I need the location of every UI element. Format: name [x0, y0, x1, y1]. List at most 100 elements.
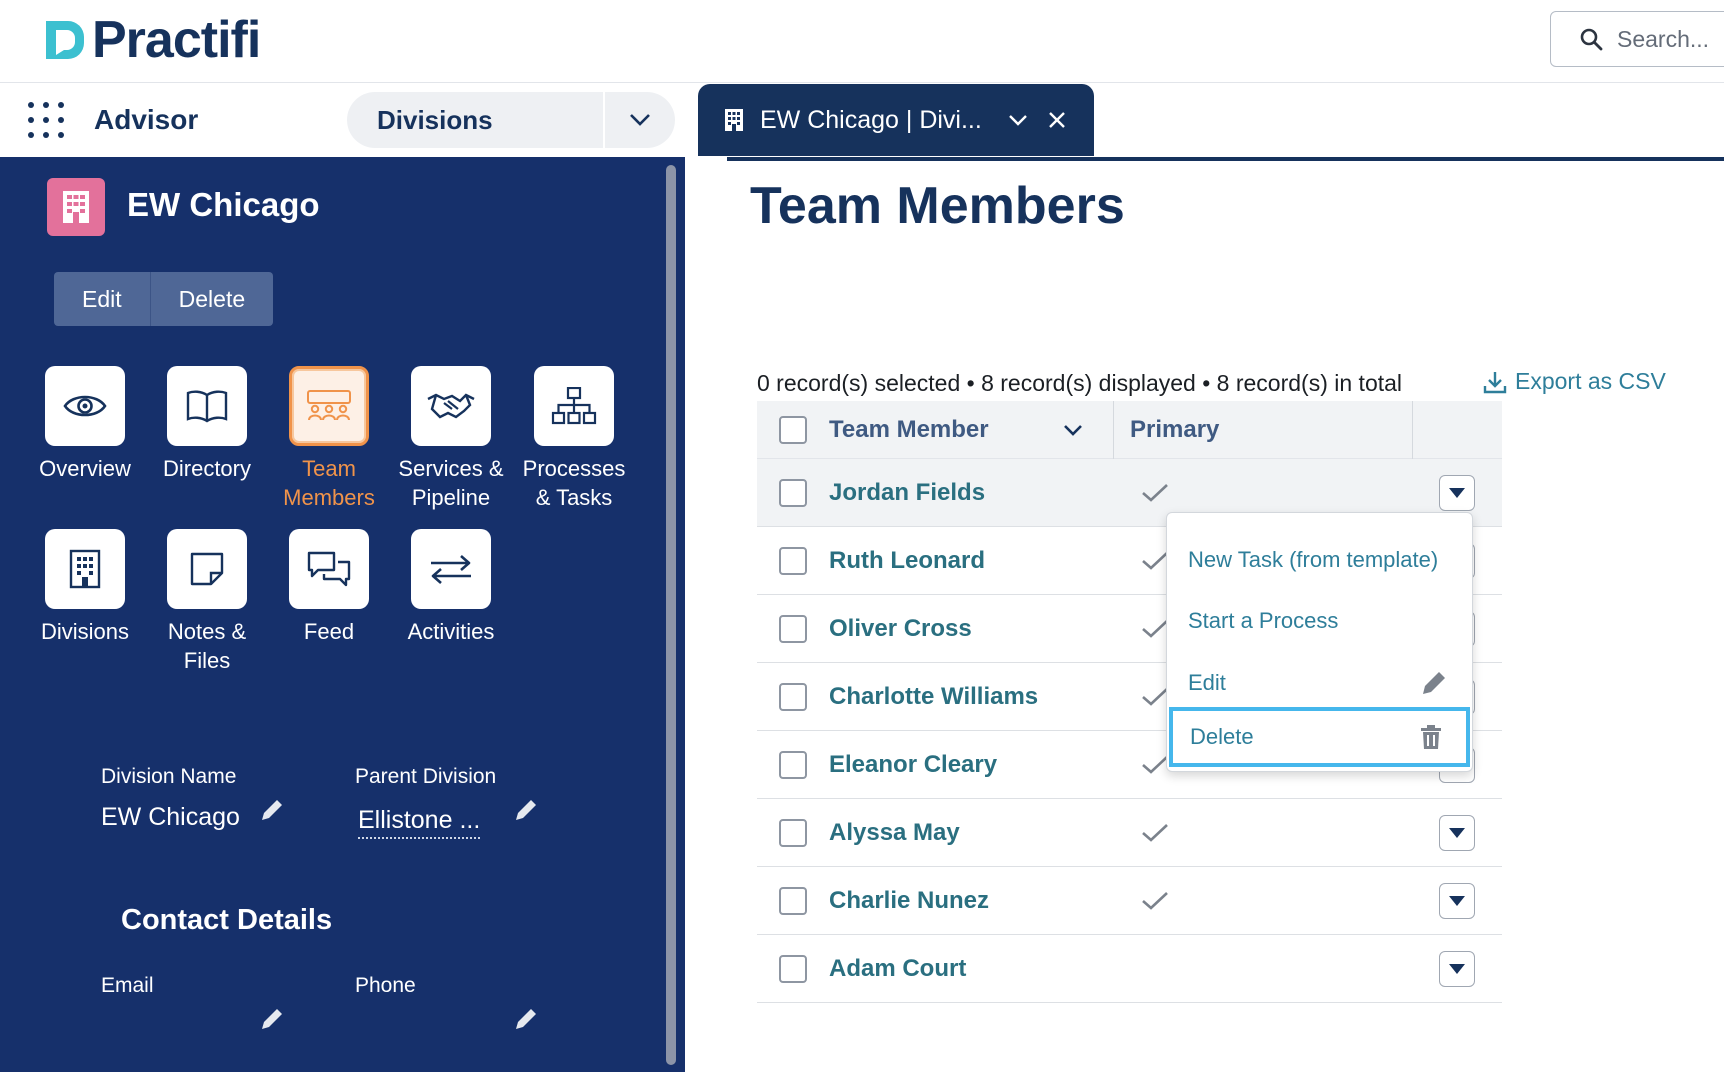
check-icon [1142, 551, 1168, 570]
app-name: Advisor [94, 104, 199, 135]
table-row[interactable]: Alyssa May [757, 799, 1502, 867]
page-title: Team Members [750, 177, 1125, 235]
brand-name: Practifi [92, 11, 261, 69]
edit-pencil-icon[interactable] [513, 1006, 539, 1032]
team-member-name[interactable]: Adam Court [829, 955, 1113, 983]
tile-notes-files[interactable]: Notes & Files [147, 529, 267, 675]
tile-label: Directory [162, 456, 251, 481]
edit-pencil-icon[interactable] [259, 797, 285, 823]
edit-button[interactable]: Edit [54, 272, 150, 326]
division-name-label: Division Name [101, 765, 237, 788]
arrows-icon [431, 555, 471, 584]
app-launcher-icon[interactable] [28, 102, 64, 138]
team-member-name[interactable]: Charlotte Williams [829, 683, 1113, 711]
table-row[interactable]: Charlie Nunez [757, 867, 1502, 935]
row-checkbox[interactable] [779, 614, 807, 643]
record-actions: Edit Delete [54, 272, 274, 326]
table-row[interactable]: Adam Court [757, 935, 1502, 1003]
tile-divisions[interactable]: Divisions [25, 529, 145, 646]
row-action-menu: New Task (from template) Start a Process… [1166, 512, 1473, 772]
tile-processes-tasks[interactable]: Processes & Tasks [514, 366, 634, 512]
edit-pencil-icon[interactable] [513, 797, 539, 823]
record-title: EW Chicago [127, 186, 320, 223]
tile-overview[interactable]: Overview [25, 366, 145, 483]
team-member-name[interactable]: Ruth Leonard [829, 547, 1113, 575]
row-checkbox[interactable] [779, 546, 807, 575]
tile-label-line2: Pipeline [411, 485, 491, 510]
practifi-logo[interactable]: Practifi [42, 11, 261, 69]
tile-services-pipeline[interactable]: Services & Pipeline [391, 366, 511, 512]
division-record-icon [47, 178, 105, 236]
row-actions-button[interactable] [1439, 951, 1475, 987]
team-member-name[interactable]: Eleanor Cleary [829, 751, 1113, 779]
export-label: Export as CSV [1515, 368, 1666, 394]
row-checkbox[interactable] [779, 478, 807, 507]
tile-label-line2: Files [183, 648, 231, 673]
row-actions-button[interactable] [1439, 883, 1475, 919]
tab-underline [727, 157, 1724, 161]
caret-down-icon [1449, 896, 1465, 906]
building-icon [725, 109, 743, 131]
row-checkbox[interactable] [779, 750, 807, 779]
chevron-down-icon[interactable] [1063, 424, 1083, 436]
tile-feed[interactable]: Feed [269, 529, 389, 646]
sidebar-scrollbar[interactable] [666, 165, 676, 1065]
parent-division-label: Parent Division [355, 765, 497, 788]
tile-directory[interactable]: Directory [147, 366, 267, 483]
edit-pencil-icon[interactable] [259, 1006, 285, 1032]
tile-team-members[interactable]: Team Members [269, 366, 389, 512]
row-checkbox[interactable] [779, 886, 807, 915]
tab-label: EW Chicago | Divi... [760, 105, 982, 134]
menu-item-start-process[interactable]: Start a Process [1167, 591, 1472, 651]
parent-division-link[interactable]: Ellistone ... [358, 806, 481, 839]
tile-activities[interactable]: Activities [391, 529, 511, 646]
division-name-value: EW Chicago [101, 803, 240, 831]
row-checkbox[interactable] [779, 954, 807, 983]
team-icon [307, 390, 351, 421]
tile-label: Activities [407, 619, 495, 644]
records-summary: 0 record(s) selected • 8 record(s) displ… [757, 370, 1403, 396]
menu-item-delete[interactable]: Delete [1169, 707, 1470, 767]
check-icon [1142, 483, 1168, 502]
object-selector[interactable]: Divisions [347, 92, 675, 148]
search-placeholder: Search... [1617, 25, 1710, 52]
row-actions-button[interactable] [1439, 475, 1475, 511]
practifi-logo-mark [42, 17, 88, 63]
note-icon [190, 552, 224, 586]
delete-button[interactable]: Delete [149, 272, 274, 326]
row-actions-button[interactable] [1439, 815, 1475, 851]
book-icon [186, 390, 228, 423]
building-icon [69, 549, 101, 589]
select-all-checkbox[interactable] [779, 415, 807, 444]
check-icon [1142, 687, 1168, 706]
team-member-name[interactable]: Alyssa May [829, 819, 1113, 847]
tile-label: Notes & [167, 619, 247, 644]
team-member-name[interactable]: Jordan Fields [829, 479, 1113, 507]
tile-label: Feed [303, 619, 355, 644]
team-member-name[interactable]: Oliver Cross [829, 615, 1113, 643]
column-team-member[interactable]: Team Member [829, 401, 1113, 459]
global-header: Practifi Search... [0, 0, 1724, 83]
close-icon[interactable] [1048, 111, 1066, 129]
phone-label: Phone [355, 974, 416, 997]
check-icon [1142, 891, 1168, 910]
column-primary[interactable]: Primary [1113, 400, 1413, 459]
row-checkbox[interactable] [779, 818, 807, 847]
global-search-box[interactable]: Search... [1550, 11, 1724, 67]
menu-item-edit[interactable]: Edit [1167, 653, 1472, 713]
chevron-down-icon[interactable] [1008, 114, 1028, 126]
team-member-name[interactable]: Charlie Nunez [829, 887, 1113, 915]
pencil-icon [1423, 672, 1445, 694]
tile-label: Processes [522, 456, 626, 481]
export-csv-link[interactable]: Export as CSV [1483, 368, 1666, 395]
tile-label: Overview [39, 456, 131, 481]
handshake-icon [427, 393, 475, 419]
row-checkbox[interactable] [779, 682, 807, 711]
caret-down-icon [1449, 488, 1465, 498]
contact-details-heading: Contact Details [121, 904, 333, 936]
email-label: Email [101, 974, 154, 997]
menu-item-new-task[interactable]: New Task (from template) [1167, 530, 1472, 590]
tile-label: Divisions [40, 619, 130, 644]
workspace-tab-ew-chicago[interactable]: EW Chicago | Divi... [698, 84, 1094, 156]
chevron-down-icon[interactable] [603, 92, 675, 148]
